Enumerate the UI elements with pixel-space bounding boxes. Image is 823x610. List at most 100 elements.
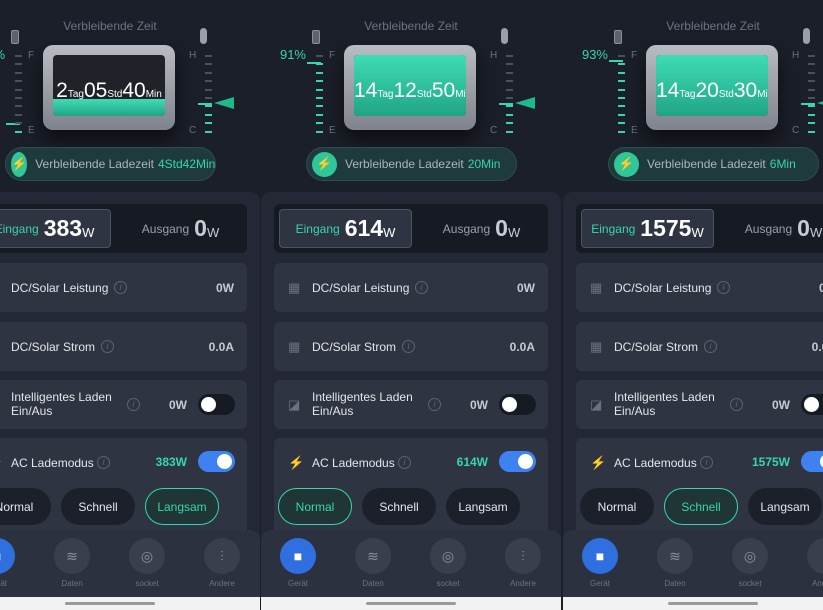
nav-andere[interactable]: ⫶ Andere: [197, 538, 247, 588]
ac-mode-toggle[interactable]: [499, 451, 536, 472]
output-tab[interactable]: Ausgang 0 W: [419, 209, 544, 248]
mode-schnell-button[interactable]: Schnell: [664, 488, 738, 525]
ac-mode-toggle[interactable]: [801, 451, 823, 472]
info-icon[interactable]: i: [97, 456, 110, 469]
ac-mode-toggle[interactable]: [198, 451, 235, 472]
mode-normal-button[interactable]: Normal: [278, 488, 352, 525]
info-icon[interactable]: i: [717, 281, 730, 294]
nav-daten[interactable]: ≋ Daten: [348, 538, 398, 588]
nav-label: socket: [135, 579, 159, 588]
temperature-arrow-icon: [515, 97, 535, 109]
bottom-nav: ■ Gerät ≋ Daten ◎ socket ⫶ Andere: [563, 530, 823, 597]
charge-time-pill: ⚡ Verbleibende Ladezeit 6Min: [608, 147, 819, 181]
input-tab[interactable]: Eingang 614 W: [279, 209, 412, 248]
mode-langsam-button[interactable]: Langsam: [145, 488, 219, 525]
temperature-gauge-tick: [506, 71, 513, 74]
temperature-gauge-tick: [205, 88, 212, 91]
nav-socket[interactable]: ◎ socket: [725, 538, 775, 588]
info-icon[interactable]: i: [700, 456, 713, 469]
nav-daten-icon: ≋: [657, 538, 693, 574]
info-icon[interactable]: i: [402, 340, 415, 353]
battery-gauge-tick: [15, 113, 22, 116]
dc-solar-current-row: ▦ DC/Solar Strom i 0.0A: [0, 322, 247, 371]
home-indicator-bar: [563, 597, 823, 610]
smart-charging-toggle[interactable]: [499, 394, 536, 415]
power-station-image: 2Tag05Std40Min: [43, 45, 175, 130]
output-tab[interactable]: Ausgang 0 W: [721, 209, 823, 248]
lightning-circle-icon: ⚡: [0, 455, 3, 470]
nav-andere[interactable]: ⫶ Andere: [498, 538, 548, 588]
smart-charging-row: ◪ Intelligentes LadenEin/Aus i 0W: [274, 380, 548, 429]
remaining-time: 14Tag20Std30Min: [656, 79, 768, 102]
info-icon[interactable]: i: [398, 456, 411, 469]
nav-label: Daten: [362, 579, 384, 588]
nav-socket-icon: ◎: [129, 538, 165, 574]
solar-panel-icon: ▦: [590, 280, 603, 295]
temperature-gauge-tick: [506, 63, 513, 66]
remaining-time: 2Tag05Std40Min: [56, 79, 162, 102]
info-icon[interactable]: i: [704, 340, 717, 353]
temperature-marker: [801, 103, 815, 105]
battery-gauge-tick: [316, 105, 323, 108]
battery-gauge-tick: [15, 63, 22, 66]
mode-langsam-button[interactable]: Langsam: [748, 488, 822, 525]
nav-label: Gerät: [287, 579, 308, 588]
nav-label: Andere: [510, 579, 536, 588]
mode-langsam-button[interactable]: Langsam: [446, 488, 520, 525]
nav-gerät[interactable]: ■ Gerät: [575, 538, 625, 588]
info-icon[interactable]: i: [415, 281, 428, 294]
battery-gauge-tick: [618, 80, 625, 83]
temperature-gauge-tick: [205, 63, 212, 66]
remaining-time: 14Tag12Std50Min: [354, 79, 466, 102]
smart-plug-icon: ◪: [590, 397, 603, 412]
temperature-gauge-tick: [506, 122, 513, 125]
remaining-time-title: Verbleibende Zeit: [63, 19, 157, 33]
temperature-gauge-tick: [808, 80, 815, 83]
info-icon[interactable]: i: [730, 398, 743, 411]
input-tab[interactable]: Eingang383W: [0, 209, 111, 248]
charge-label: Verbleibende Ladezeit: [647, 157, 766, 171]
temperature-gauge-tick: [205, 55, 212, 57]
charge-label: Verbleibende Ladezeit: [345, 157, 464, 171]
smart-charging-toggle[interactable]: [801, 394, 823, 415]
nav-gerät[interactable]: ■ Gerät: [0, 538, 22, 588]
battery-gauge-tick: [15, 122, 22, 125]
nav-gerät[interactable]: ■ Gerät: [273, 538, 323, 588]
lightning-circle-icon: ⚡: [590, 455, 607, 470]
info-icon[interactable]: i: [114, 281, 127, 294]
smart-charging-row: ◪ Intelligentes LadenEin/Aus i 0W: [0, 380, 247, 429]
battery-gauge-tick: [15, 97, 22, 99]
info-icon[interactable]: i: [428, 398, 441, 411]
solar-panel-icon: ▦: [0, 339, 3, 353]
temp-high-label: H: [792, 50, 800, 61]
dc-solar-current-row: ▦ DC/Solar Strom i 0.0A: [274, 322, 548, 371]
nav-socket-icon: ◎: [732, 538, 768, 574]
mode-normal-button[interactable]: Normal: [0, 488, 51, 525]
smart-charging-toggle[interactable]: [198, 394, 235, 415]
input-tab[interactable]: Eingang 1575 W: [581, 209, 714, 248]
battery-gauge-tick: [316, 55, 323, 57]
battery-gauge-tick: [15, 80, 22, 83]
charge-mode-selector: Normal Schnell Langsam: [278, 488, 548, 525]
temperature-gauge-tick: [506, 130, 513, 133]
nav-daten[interactable]: ≋ Daten: [650, 538, 700, 588]
mode-normal-button[interactable]: Normal: [580, 488, 654, 525]
mode-schnell-button[interactable]: Schnell: [362, 488, 436, 525]
nav-daten[interactable]: ≋ Daten: [47, 538, 97, 588]
battery-gauge-tick: [15, 88, 22, 91]
nav-socket[interactable]: ◎ socket: [423, 538, 473, 588]
battery-gauge-tick: [316, 122, 323, 125]
charge-label: Verbleibende Ladezeit: [35, 157, 154, 171]
gauge-full-label: F: [631, 50, 638, 61]
nav-socket[interactable]: ◎ socket: [122, 538, 172, 588]
battery-gauge-tick: [316, 130, 323, 133]
info-icon[interactable]: i: [127, 398, 140, 411]
nav-andere[interactable]: ⫶ Andere: [800, 538, 823, 588]
mode-schnell-button[interactable]: Schnell: [61, 488, 135, 525]
info-icon[interactable]: i: [101, 340, 114, 353]
charge-remaining: 20Min: [467, 157, 501, 171]
battery-gauge-tick: [618, 122, 625, 125]
battery-gauge-tick: [618, 105, 625, 108]
battery-percent: 93%: [581, 47, 608, 62]
output-tab[interactable]: Ausgang 0 W: [118, 209, 243, 248]
